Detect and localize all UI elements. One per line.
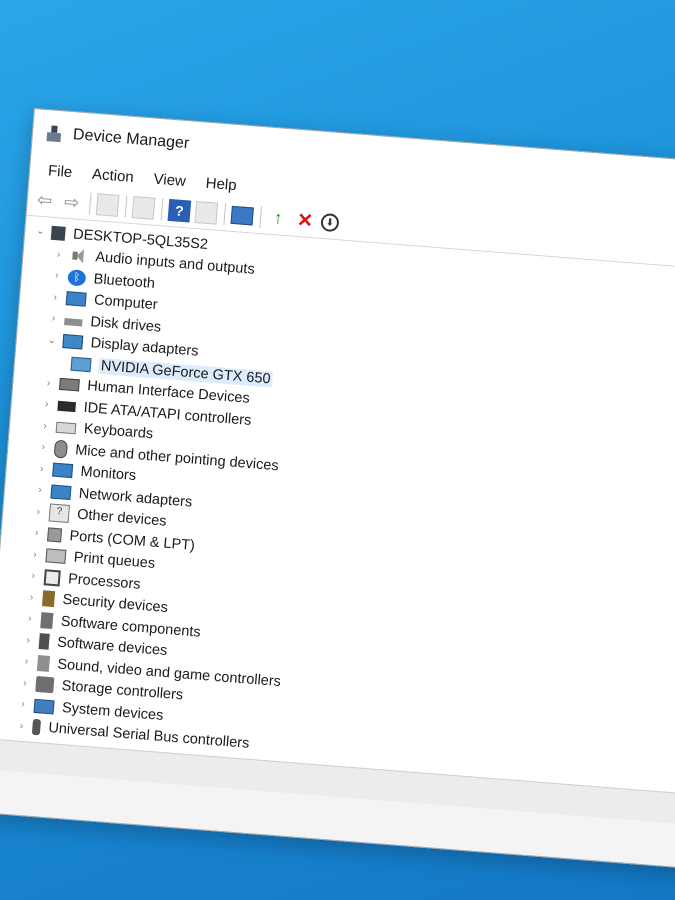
disk-icon <box>64 318 83 327</box>
properties-icon[interactable] <box>131 196 156 220</box>
chevron-right-icon[interactable]: › <box>19 656 34 668</box>
window-title: Device Manager <box>72 126 190 153</box>
scan-hardware-icon[interactable] <box>230 205 254 226</box>
mouse-icon <box>53 439 69 459</box>
chevron-right-icon[interactable]: › <box>17 677 32 689</box>
sound-icon <box>36 654 51 672</box>
processor-icon <box>43 569 61 587</box>
chevron-right-icon[interactable]: › <box>16 699 31 711</box>
chevron-right-icon[interactable]: › <box>46 313 61 325</box>
chevron-right-icon[interactable]: › <box>24 592 39 604</box>
ide-icon <box>57 400 77 412</box>
chevron-right-icon[interactable]: › <box>38 420 53 432</box>
software-components-icon <box>40 611 54 629</box>
chevron-right-icon[interactable]: › <box>22 613 37 625</box>
chevron-right-icon[interactable]: › <box>34 463 49 475</box>
chevron-right-icon[interactable]: › <box>51 249 66 261</box>
menu-help[interactable]: Help <box>195 173 247 194</box>
tree-item-label: Keyboards <box>83 421 154 443</box>
hid-icon <box>58 378 80 392</box>
tree-item-label: Bluetooth <box>93 270 156 292</box>
toolbar-divider <box>160 198 164 221</box>
security-icon <box>41 590 56 608</box>
keyboard-icon <box>55 421 77 435</box>
display-adapter-icon <box>62 334 84 350</box>
device-tree: ⌄ DESKTOP-5QL35S2 › Audio inputs and out… <box>0 215 675 795</box>
chevron-right-icon[interactable]: › <box>14 720 29 732</box>
menu-file[interactable]: File <box>38 161 83 181</box>
bluetooth-icon: ᛒ <box>67 268 87 287</box>
chevron-right-icon[interactable]: › <box>48 291 63 303</box>
tree-item-label: Disk drives <box>89 313 162 336</box>
chevron-right-icon[interactable]: › <box>21 634 36 646</box>
computer-icon <box>50 225 66 241</box>
ports-icon <box>47 527 63 543</box>
network-icon <box>50 484 72 500</box>
menu-action[interactable]: Action <box>82 165 145 187</box>
chevron-right-icon[interactable]: › <box>31 506 46 518</box>
disable-device-icon[interactable]: ⬇ <box>320 212 340 233</box>
device-manager-icon <box>44 124 63 143</box>
chevron-right-icon[interactable]: › <box>26 570 41 582</box>
tree-item-label: Computer <box>93 292 159 314</box>
show-hidden-icon[interactable] <box>194 201 219 225</box>
help-icon[interactable]: ? <box>167 198 192 223</box>
uninstall-device-icon[interactable]: ✕ <box>293 209 317 233</box>
other-devices-icon: ? <box>48 503 70 524</box>
tree-item-label: Processors <box>67 570 142 593</box>
toolbar-divider <box>223 203 227 226</box>
usb-icon <box>31 719 42 736</box>
toolbar-divider <box>124 195 128 218</box>
chevron-down-icon[interactable]: ⌄ <box>33 226 48 238</box>
chevron-right-icon[interactable]: › <box>49 270 64 282</box>
toolbar-divider <box>88 192 92 215</box>
update-driver-icon[interactable]: ↑ <box>266 207 290 231</box>
chevron-right-icon[interactable]: › <box>41 377 56 389</box>
device-manager-window: Device Manager File Action View Help ⇦ ⇨… <box>0 108 675 870</box>
chevron-right-icon[interactable]: › <box>33 484 48 496</box>
properties-view-icon[interactable] <box>95 193 120 217</box>
monitor-icon <box>65 291 87 307</box>
chevron-right-icon[interactable]: › <box>39 399 54 411</box>
gpu-icon <box>70 356 92 372</box>
toolbar-divider <box>259 206 262 229</box>
menu-view[interactable]: View <box>143 169 196 190</box>
system-icon <box>33 698 55 715</box>
chevron-right-icon[interactable]: › <box>29 527 44 539</box>
tree-item-label: Monitors <box>79 464 137 485</box>
software-devices-icon <box>38 633 50 651</box>
chevron-right-icon[interactable]: › <box>28 549 43 561</box>
chevron-down-icon[interactable]: ⌄ <box>44 334 59 347</box>
monitor-icon <box>52 462 74 479</box>
chevron-right-icon[interactable]: › <box>36 442 51 454</box>
storage-icon <box>35 676 55 694</box>
speaker-icon <box>69 248 88 265</box>
printer-icon <box>45 548 67 565</box>
forward-arrow-icon[interactable]: ⇨ <box>60 190 84 214</box>
back-arrow-icon[interactable]: ⇦ <box>33 188 57 212</box>
